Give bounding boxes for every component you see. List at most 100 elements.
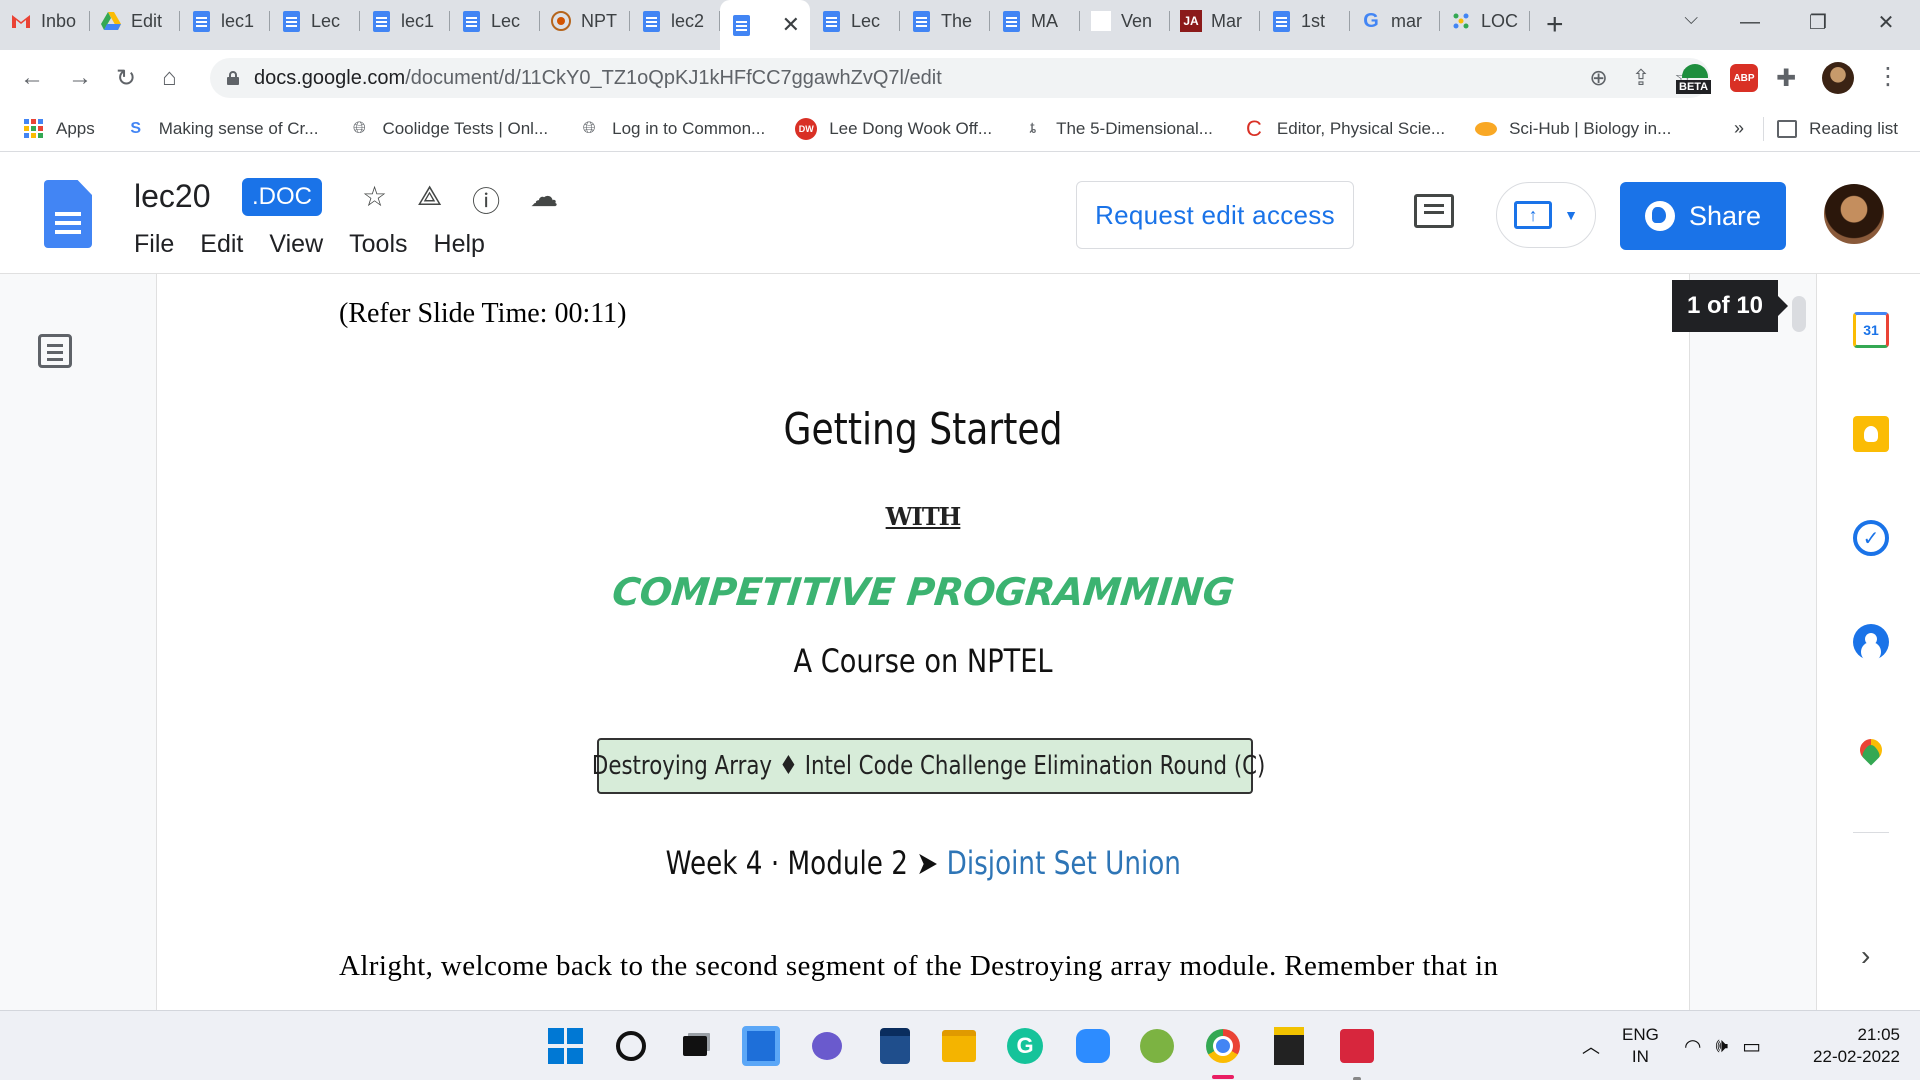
tab-blank[interactable]: Ven xyxy=(1080,0,1170,42)
document-outline-icon[interactable] xyxy=(38,334,72,368)
reload-icon[interactable]: ↻ xyxy=(116,64,136,93)
new-tab-button[interactable]: + xyxy=(1546,10,1564,40)
tab-loc[interactable]: LOC xyxy=(1440,0,1530,42)
search-icon[interactable] xyxy=(612,1027,650,1065)
language-indicator[interactable]: ENG IN xyxy=(1622,1011,1659,1080)
beta-extension-icon[interactable]: BETA xyxy=(1676,64,1714,94)
bookmark-item[interactable]: C Editor, Physical Scie... xyxy=(1243,116,1445,141)
info-icon[interactable]: ⓘ xyxy=(472,180,500,220)
tab-doc[interactable]: Lec xyxy=(810,0,900,42)
bookmark-item[interactable]: 🌐︎ Log in to Common... xyxy=(578,118,765,140)
slide-competitive-programming: COMPETITIVE PROGRAMMING xyxy=(610,570,1236,614)
tab-doc[interactable]: Lec xyxy=(450,0,540,42)
calendar-icon[interactable]: 31 xyxy=(1853,312,1889,348)
menu-edit[interactable]: Edit xyxy=(200,230,243,259)
tab-active-doc[interactable]: ✕ xyxy=(720,0,810,50)
zoom-icon[interactable]: ⊕ xyxy=(1589,65,1607,91)
keep-icon[interactable] xyxy=(1853,416,1889,452)
star-icon[interactable]: ☆ xyxy=(362,180,387,220)
adblock-plus-icon[interactable]: ABP xyxy=(1730,64,1758,92)
share-button[interactable]: Share xyxy=(1620,182,1786,250)
tab-nptel[interactable]: NPT xyxy=(540,0,630,42)
restore-icon[interactable]: ❐ xyxy=(1784,0,1852,44)
extensions-puzzle-icon[interactable]: ✚ xyxy=(1776,64,1796,93)
feather-app-icon[interactable] xyxy=(1138,1027,1176,1065)
tab-drive[interactable]: Edit xyxy=(90,0,180,42)
menu-view[interactable]: View xyxy=(269,230,323,259)
reading-list-icon xyxy=(1777,119,1798,138)
browser-menu-icon[interactable]: ⋮ xyxy=(1876,62,1900,91)
clock[interactable]: 21:05 22-02-2022 xyxy=(1800,1011,1900,1080)
window-close-icon[interactable]: ✕ xyxy=(1852,0,1920,44)
tab-doc[interactable]: lec2 xyxy=(630,0,720,42)
bookmark-item[interactable]: Sci-Hub | Biology in... xyxy=(1475,118,1671,140)
wifi-icon[interactable]: ◠ xyxy=(1684,1034,1701,1059)
forward-arrow-icon[interactable]: → xyxy=(68,64,92,92)
address-bar[interactable]: docs.google.com/document/d/11CkY0_TZ1oQp… xyxy=(210,58,1710,98)
acrobat-icon[interactable] xyxy=(1338,1027,1376,1065)
bookmark-item[interactable]: 🌐︎ Coolidge Tests | Onl... xyxy=(348,118,548,140)
tab-gmail[interactable]: Inbo xyxy=(0,0,90,42)
tasks-icon[interactable]: ✓ xyxy=(1853,520,1889,556)
globe-icon: 🌐︎ xyxy=(353,119,366,137)
tab-doc[interactable]: The xyxy=(900,0,990,42)
menu-tools[interactable]: Tools xyxy=(349,230,407,259)
tab-google[interactable]: Gmar xyxy=(1350,0,1440,42)
bookmark-apps[interactable]: Apps xyxy=(22,118,95,140)
file-explorer-icon[interactable] xyxy=(940,1027,978,1065)
blank-icon xyxy=(1090,10,1112,32)
docs-icon xyxy=(370,10,392,32)
tab-doc[interactable]: 1st xyxy=(1260,0,1350,42)
tab-search-chevron-icon[interactable]: ⌵ xyxy=(1684,8,1698,29)
cloud-status-icon[interactable]: ☁︎ xyxy=(530,180,558,220)
tab-doc[interactable]: lec1 xyxy=(180,0,270,42)
tab-doc[interactable]: MA xyxy=(990,0,1080,42)
add-to-drive-icon[interactable]: ⟁ xyxy=(417,180,442,220)
present-button[interactable]: ↑ ▼ xyxy=(1496,182,1596,248)
more-bookmarks-chevron[interactable]: » xyxy=(1734,118,1744,139)
menu-file[interactable]: File xyxy=(134,230,174,259)
menu-help[interactable]: Help xyxy=(434,230,485,259)
expand-chevron-icon[interactable]: › xyxy=(1861,940,1870,972)
back-arrow-icon[interactable]: ← xyxy=(20,64,44,92)
task-view-icon[interactable] xyxy=(676,1027,714,1065)
account-avatar[interactable] xyxy=(1824,184,1884,244)
refer-slide-time: (Refer Slide Time: 00:11) xyxy=(339,298,627,329)
teams-chat-icon[interactable] xyxy=(808,1027,846,1065)
zoom-icon[interactable] xyxy=(1074,1027,1112,1065)
start-icon[interactable] xyxy=(546,1027,584,1065)
tab-doc[interactable]: lec1 xyxy=(360,0,450,42)
widgets-icon[interactable] xyxy=(742,1027,780,1065)
share-page-icon[interactable]: ⇪ xyxy=(1632,65,1650,91)
comments-icon[interactable] xyxy=(1414,194,1454,228)
tray-overflow-chevron-icon[interactable]: ︿ xyxy=(1582,1011,1600,1080)
dw-icon: DW xyxy=(795,117,818,140)
nptel-icon xyxy=(550,10,572,32)
close-tab-icon[interactable]: ✕ xyxy=(782,12,800,38)
bookmark-item[interactable]: S Making sense of Cr... xyxy=(125,118,318,140)
tab-doc[interactable]: Lec xyxy=(270,0,360,42)
reading-list-button[interactable]: Reading list xyxy=(1777,119,1898,139)
document-page[interactable]: (Refer Slide Time: 00:11) Getting Starte… xyxy=(156,274,1690,1010)
battery-icon[interactable]: ▭ xyxy=(1742,1034,1761,1059)
scrollbar-thumb[interactable] xyxy=(1792,296,1806,332)
request-edit-access-button[interactable]: Request edit access xyxy=(1076,181,1354,249)
maps-icon[interactable] xyxy=(1853,732,1889,768)
home-icon[interactable]: ⌂ xyxy=(162,64,177,92)
document-title[interactable]: lec20 xyxy=(134,178,211,215)
minimize-icon[interactable]: — xyxy=(1716,0,1784,44)
sticky-notes-icon[interactable] xyxy=(1270,1027,1308,1065)
tab-ja[interactable]: JA Mar xyxy=(1170,0,1260,42)
bookmark-item[interactable]: DW Lee Dong Wook Off... xyxy=(795,117,992,140)
bookmark-item[interactable]: ȶ The 5-Dimensional... xyxy=(1022,118,1213,140)
grammarly-icon[interactable] xyxy=(1006,1027,1044,1065)
contacts-icon[interactable] xyxy=(1853,624,1889,660)
volume-icon[interactable]: 🕪︎ xyxy=(1715,1035,1728,1058)
store-icon[interactable] xyxy=(876,1027,914,1065)
google-docs-logo-icon[interactable] xyxy=(44,180,92,248)
system-tray: ◠ 🕪︎ ▭ xyxy=(1684,1011,1761,1080)
figure-icon: ȶ xyxy=(1030,119,1036,137)
chrome-icon[interactable] xyxy=(1204,1027,1242,1065)
profile-avatar[interactable] xyxy=(1822,62,1854,94)
bookmark-divider xyxy=(1763,116,1764,141)
